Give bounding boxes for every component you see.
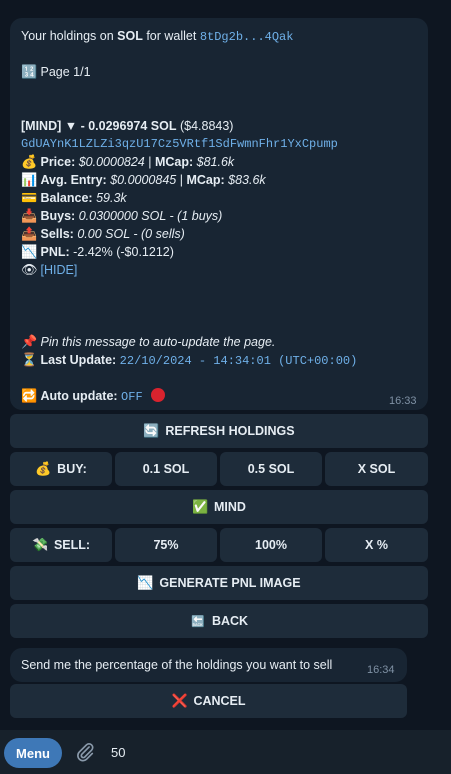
sell-label: SELL:	[53, 538, 91, 552]
price-label: Price:	[40, 155, 76, 169]
paperclip-icon[interactable]	[74, 741, 96, 763]
cancel-button[interactable]: ❌ CANCEL	[10, 684, 407, 718]
wallet-address[interactable]: 8tDg2b...4Qak	[200, 30, 294, 44]
sell-label-button[interactable]: 💸 SELL:	[10, 528, 112, 562]
last-update-line: ⏳ Last Update: 22/10/2024 - 14:34:01 (UT…	[21, 352, 357, 369]
inbox-icon: 📥	[21, 209, 38, 224]
reply-time: 16:34	[367, 664, 395, 676]
auto-update-value[interactable]: OFF	[121, 390, 143, 404]
buys-value: 0.0300000 SOL - (1 buys)	[78, 209, 223, 223]
repeat-icon: 🔁	[21, 389, 38, 404]
buys-line: 📥 Buys: 0.0300000 SOL - (1 buys)	[21, 208, 222, 225]
reply-text: Send me the percentage of the holdings y…	[21, 658, 333, 672]
hide-line: 👁 [HIDE]	[21, 262, 77, 279]
sell-100-button[interactable]: 100%	[220, 528, 322, 562]
intro-line: Your holdings on SOL for wallet 8tDg2b..…	[21, 28, 293, 45]
token-mind-button[interactable]: ✅ MIND	[10, 490, 428, 524]
eye-icon: 👁	[21, 263, 38, 278]
balance-line: 💳 Balance: 59.3k	[21, 190, 127, 207]
credit-card-icon: 💳	[21, 191, 38, 206]
last-update-label: Last Update:	[40, 353, 117, 367]
menu-button[interactable]: Menu	[4, 738, 62, 768]
hide-link[interactable]: [HIDE]	[40, 263, 77, 277]
avg-entry-mcap-label: MCap:	[186, 173, 225, 187]
generate-pnl-image-button[interactable]: 📉 GENERATE PNL IMAGE	[10, 566, 428, 600]
last-update-value[interactable]: 22/10/2024 - 14:34:01 (UTC+00:00)	[120, 354, 358, 368]
avg-entry-line: 📊 Avg. Entry: $0.0000845 | MCap: $83.6k	[21, 172, 266, 189]
message-input-bar: Menu 50	[0, 730, 451, 774]
pin-text: Pin this message to auto-update the page…	[40, 335, 276, 349]
buy-label: BUY:	[57, 462, 87, 476]
sells-value: 0.00 SOL - (0 sells)	[77, 227, 185, 241]
token-header: [MIND] ▼ - 0.0296974 SOL ($4.8843)	[21, 118, 233, 134]
intro-prefix: Your holdings on	[21, 29, 118, 43]
bar-chart-icon: 📊	[21, 173, 38, 188]
back-arrow-icon: 🔙	[191, 614, 205, 628]
back-label: BACK	[211, 614, 249, 628]
buy-x-sol-button[interactable]: X SOL	[325, 452, 428, 486]
chat-area: Your holdings on SOL for wallet 8tDg2b..…	[0, 0, 451, 730]
pushpin-icon: 📌	[21, 335, 38, 350]
price-line: 💰 Price: $0.0000824 | MCap: $81.6k	[21, 154, 234, 171]
sells-line: 📤 Sells: 0.00 SOL - (0 sells)	[21, 226, 185, 243]
check-mark-icon: ✅	[192, 499, 209, 515]
money-bag-icon: 💰	[35, 461, 52, 477]
token-label: MIND	[214, 500, 246, 514]
avg-entry-sep: |	[176, 173, 187, 187]
number-icon: 🔢	[21, 65, 38, 80]
refresh-holdings-button[interactable]: 🔄 REFRESH HOLDINGS	[10, 414, 428, 448]
message-input[interactable]: 50	[111, 745, 125, 760]
token-header-name: [MIND] ▼ - 0.0296974 SOL	[21, 119, 177, 133]
sells-label: Sells:	[40, 227, 74, 241]
refresh-holdings-label: REFRESH HOLDINGS	[165, 424, 295, 438]
cross-mark-icon: ❌	[171, 693, 188, 709]
generate-pnl-image-label: GENERATE PNL IMAGE	[159, 576, 301, 590]
price-sep: |	[144, 155, 155, 169]
pin-line: 📌 Pin this message to auto-update the pa…	[21, 334, 275, 351]
intro-mid: for wallet	[142, 29, 200, 43]
auto-update-label: Auto update:	[40, 389, 118, 403]
avg-entry-value: $0.0000845	[110, 173, 177, 187]
pnl-line: 📉 PNL: -2.42% (-$0.1212)	[21, 244, 174, 261]
pnl-value: -2.42% (-$0.1212)	[73, 245, 174, 259]
outbox-icon: 📤	[21, 227, 38, 242]
price-mcap-value: $81.6k	[196, 155, 235, 169]
chart-down-icon: 📉	[21, 245, 38, 260]
intro-chain: SOL	[117, 29, 143, 43]
message-time: 16:33	[389, 395, 417, 407]
cancel-label: CANCEL	[193, 694, 246, 708]
balance-value: 59.3k	[96, 191, 127, 205]
price-value: $0.0000824	[78, 155, 145, 169]
refresh-icon: 🔄	[143, 423, 160, 439]
price-mcap-label: MCap:	[154, 155, 194, 169]
token-address[interactable]: GdUAYnK1LZLZi3qzU17Cz5VRtf1SdFwmnFhr1YxC…	[21, 136, 338, 152]
buy-0-1-sol-button[interactable]: 0.1 SOL	[115, 452, 217, 486]
pnl-label: PNL:	[40, 245, 70, 259]
balance-label: Balance:	[40, 191, 93, 205]
money-wings-icon: 💸	[31, 537, 49, 553]
back-button[interactable]: 🔙 BACK	[10, 604, 428, 638]
avg-entry-label: Avg. Entry:	[40, 173, 107, 187]
money-bag-icon: 💰	[21, 155, 38, 170]
buy-label-button[interactable]: 💰 BUY:	[10, 452, 112, 486]
buys-label: Buys:	[40, 209, 76, 223]
sell-75-button[interactable]: 75%	[115, 528, 217, 562]
avg-entry-mcap-value: $83.6k	[228, 173, 266, 187]
auto-update-line: 🔁 Auto update: OFF	[21, 388, 165, 405]
red-circle-icon	[150, 388, 165, 402]
chart-down-icon: 📉	[137, 575, 154, 591]
sell-x-percent-button[interactable]: X %	[325, 528, 428, 562]
page-label: Page 1/1	[40, 65, 91, 79]
hourglass-icon: ⏳	[21, 353, 38, 368]
page-line: 🔢 Page 1/1	[21, 64, 91, 81]
buy-0-5-sol-button[interactable]: 0.5 SOL	[220, 452, 322, 486]
token-header-usd: ($4.8843)	[176, 119, 234, 133]
